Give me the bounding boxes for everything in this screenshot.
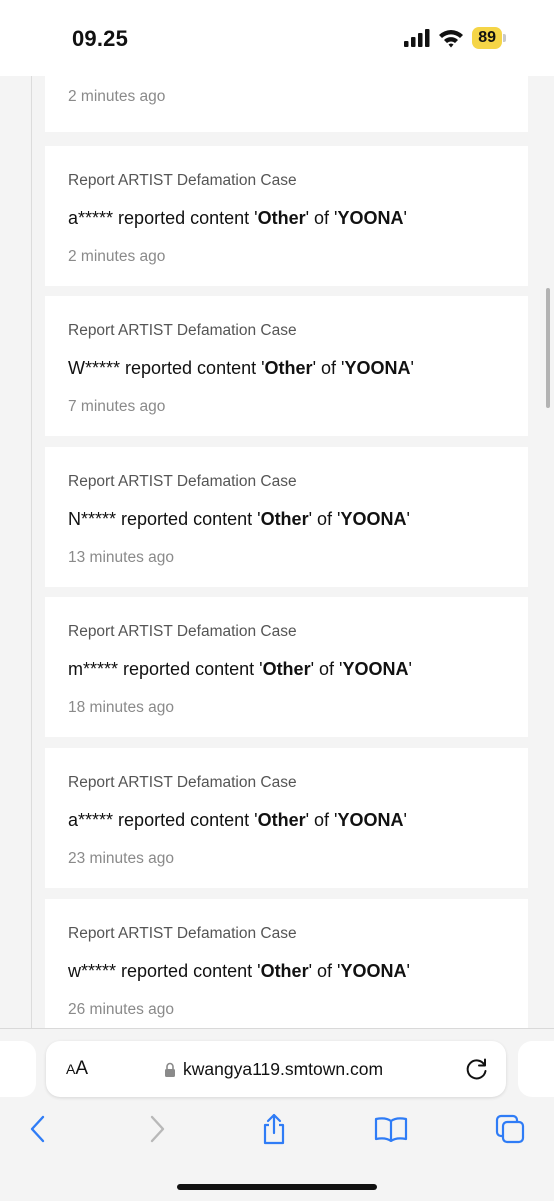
battery-icon: 89 [472, 27, 506, 49]
card-title: Report ARTIST Defamation Case [68, 473, 297, 490]
card-title: Report ARTIST Defamation Case [68, 172, 297, 189]
back-button[interactable] [18, 1109, 58, 1149]
wifi-icon [439, 30, 464, 48]
tabs-button[interactable] [490, 1109, 530, 1149]
timeline-rule [31, 76, 32, 1028]
home-indicator[interactable] [177, 1184, 377, 1190]
card-time: 13 minutes ago [68, 549, 174, 566]
lock-icon [165, 1062, 175, 1077]
bookmarks-button[interactable] [371, 1109, 411, 1149]
next-tab-peek[interactable] [518, 1041, 554, 1097]
notification-card[interactable]: Report ARTIST Defamation Case N***** rep… [45, 447, 528, 587]
card-time: 2 minutes ago [68, 248, 166, 265]
card-message: W***** reported content 'Other' of 'YOON… [68, 358, 414, 378]
forward-button[interactable] [137, 1109, 177, 1149]
address-bar[interactable]: AA kwangya119.smtown.com [46, 1041, 506, 1097]
notification-card[interactable]: Report ARTIST Defamation Case a***** rep… [45, 146, 528, 286]
share-icon [263, 1113, 285, 1145]
card-message: N***** reported content 'Other' of 'YOON… [68, 509, 410, 529]
tabs-icon [495, 1114, 525, 1144]
cellular-signal-icon [404, 29, 430, 47]
status-bar: 09.25 89 [0, 0, 554, 76]
back-icon [30, 1115, 45, 1143]
card-message: m***** reported content 'Other' of 'YOON… [68, 659, 412, 679]
status-time: 09.25 [72, 26, 129, 51]
card-title: Report ARTIST Defamation Case [68, 925, 297, 942]
card-title: Report ARTIST Defamation Case [68, 623, 297, 640]
battery-level: 89 [472, 27, 502, 49]
notification-card[interactable]: Report ARTIST Defamation Case m***** rep… [45, 597, 528, 737]
card-title: Report ARTIST Defamation Case [68, 322, 297, 339]
scroll-indicator[interactable] [546, 288, 550, 408]
browser-nav-row [0, 1109, 554, 1149]
card-time: 2 minutes ago [68, 88, 166, 105]
share-button[interactable] [254, 1109, 294, 1149]
card-message: a***** reported content 'Other' of 'YOON… [68, 810, 407, 830]
notification-feed[interactable]: 2 minutes ago Report ARTIST Defamation C… [0, 76, 554, 1028]
forward-icon [150, 1115, 165, 1143]
bookmarks-icon [374, 1117, 408, 1142]
notification-card[interactable]: Report ARTIST Defamation Case W***** rep… [45, 296, 528, 436]
browser-toolbar: AA kwangya119.smtown.com [0, 1028, 554, 1201]
card-message: a***** reported content 'Other' of 'YOON… [68, 208, 407, 228]
card-time: 26 minutes ago [68, 1001, 174, 1018]
card-time: 18 minutes ago [68, 699, 174, 716]
card-time: 23 minutes ago [68, 850, 174, 867]
previous-tab-peek[interactable] [0, 1041, 36, 1097]
notification-card[interactable]: Report ARTIST Defamation Case a***** rep… [45, 748, 528, 888]
card-message: w***** reported content 'Other' of 'YOON… [68, 961, 410, 981]
reload-icon[interactable] [464, 1056, 490, 1082]
reader-options-button[interactable]: AA [66, 1058, 88, 1080]
notification-card-partial[interactable]: 2 minutes ago [45, 76, 528, 132]
notification-card[interactable]: Report ARTIST Defamation Case w***** rep… [45, 899, 528, 1028]
url-display[interactable]: kwangya119.smtown.com [164, 1059, 383, 1080]
url-text: kwangya119.smtown.com [183, 1059, 384, 1079]
card-time: 7 minutes ago [68, 398, 166, 415]
card-title: Report ARTIST Defamation Case [68, 774, 297, 791]
status-icons: 89 [404, 26, 506, 50]
